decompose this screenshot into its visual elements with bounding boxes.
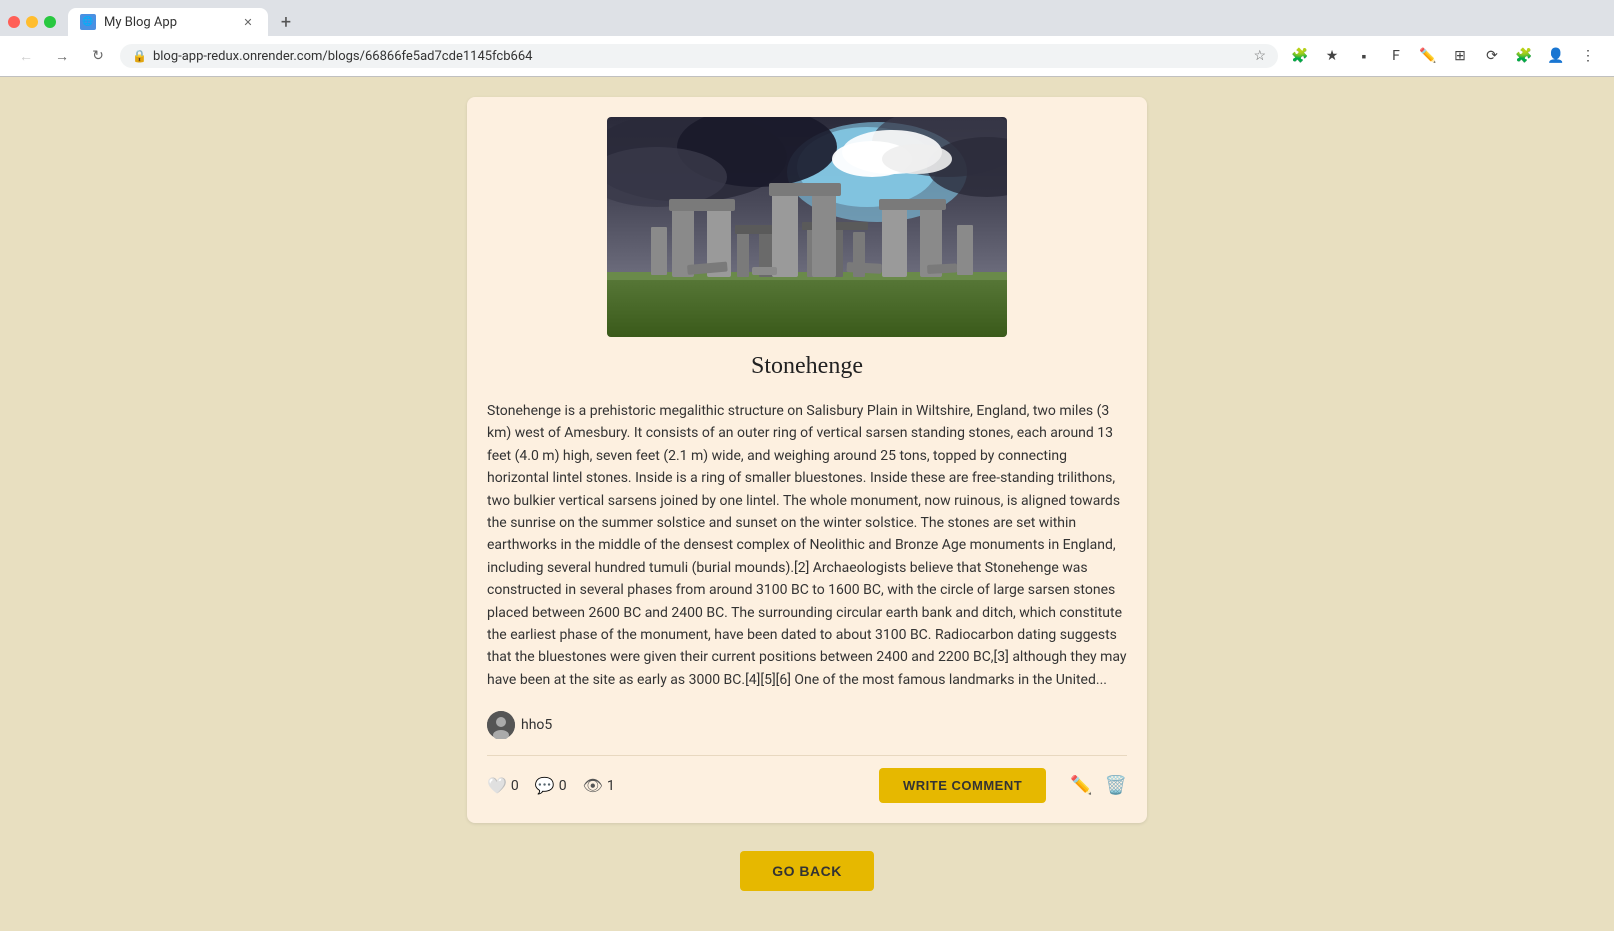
puzzle-icon[interactable]: 🧩 — [1510, 42, 1538, 70]
delete-icon[interactable]: 🗑️ — [1105, 775, 1127, 796]
blog-image — [607, 117, 1007, 337]
tab-title: My Blog App — [104, 15, 232, 30]
comments-count: 0 — [559, 778, 567, 794]
stats: 🤍 0 💬 0 👁 1 — [487, 776, 615, 795]
reload-button[interactable]: ↻ — [84, 42, 112, 70]
url-display: blog-app-redux.onrender.com/blogs/66866f… — [153, 49, 1247, 64]
blog-card: Stonehenge Stonehenge is a prehistoric m… — [467, 97, 1147, 823]
close-window-button[interactable] — [8, 16, 20, 28]
plugin-icon-1[interactable]: ▪ — [1350, 42, 1378, 70]
address-bar-row: ← → ↻ 🔒 blog-app-redux.onrender.com/blog… — [0, 36, 1614, 76]
go-back-button[interactable]: GO BACK — [740, 851, 874, 891]
likes-count: 0 — [511, 778, 519, 794]
refresh-icon[interactable]: ⟳ — [1478, 42, 1506, 70]
write-comment-button[interactable]: WRITE COMMENT — [879, 768, 1046, 803]
comments-stat: 💬 0 — [535, 776, 567, 795]
browser-chrome: 🌐 My Blog App ✕ + ← → ↻ 🔒 blog-app-redux… — [0, 0, 1614, 77]
heart-icon[interactable]: 🤍 — [487, 776, 507, 795]
bookmark-icon[interactable]: ☆ — [1253, 48, 1266, 64]
views-count: 1 — [607, 778, 615, 794]
bookmark-icon[interactable]: ★ — [1318, 42, 1346, 70]
author-name: hho5 — [521, 717, 552, 733]
profile-icon[interactable]: 👤 — [1542, 42, 1570, 70]
extensions-icon[interactable]: 🧩 — [1286, 42, 1314, 70]
blog-title: Stonehenge — [487, 353, 1127, 380]
tab-favicon: 🌐 — [80, 14, 96, 30]
page-content: Stonehenge Stonehenge is a prehistoric m… — [0, 77, 1614, 931]
views-stat: 👁 1 — [583, 776, 615, 795]
back-button[interactable]: ← — [12, 42, 40, 70]
comment-icon[interactable]: 💬 — [535, 776, 555, 795]
author-avatar — [487, 711, 515, 739]
new-tab-button[interactable]: + — [272, 8, 300, 36]
address-bar[interactable]: 🔒 blog-app-redux.onrender.com/blogs/6686… — [120, 44, 1278, 68]
action-icons: ✏️ 🗑️ — [1070, 775, 1127, 796]
tab-bar: 🌐 My Blog App ✕ + — [0, 0, 1614, 36]
traffic-lights — [8, 16, 56, 28]
pen-icon[interactable]: ✏️ — [1414, 42, 1442, 70]
minimize-window-button[interactable] — [26, 16, 38, 28]
likes-stat: 🤍 0 — [487, 776, 519, 795]
toolbar-icons: 🧩 ★ ▪ F ✏️ ⊞ ⟳ 🧩 👤 ⋮ — [1286, 42, 1602, 70]
blog-body: Stonehenge is a prehistoric megalithic s… — [487, 400, 1127, 691]
grid-icon[interactable]: ⊞ — [1446, 42, 1474, 70]
browser-tab[interactable]: 🌐 My Blog App ✕ — [68, 8, 268, 36]
fullscreen-window-button[interactable] — [44, 16, 56, 28]
lock-icon: 🔒 — [132, 49, 147, 63]
tab-close-button[interactable]: ✕ — [240, 14, 256, 30]
blog-footer: 🤍 0 💬 0 👁 1 WRITE COMMENT ✏️ 🗑️ — [487, 755, 1127, 803]
blog-image-wrapper — [487, 117, 1127, 337]
eye-icon: 👁 — [583, 776, 603, 795]
blog-author: hho5 — [487, 711, 1127, 739]
plugin-icon-2[interactable]: F — [1382, 42, 1410, 70]
edit-icon[interactable]: ✏️ — [1070, 775, 1092, 796]
more-menu-icon[interactable]: ⋮ — [1574, 42, 1602, 70]
forward-button[interactable]: → — [48, 42, 76, 70]
